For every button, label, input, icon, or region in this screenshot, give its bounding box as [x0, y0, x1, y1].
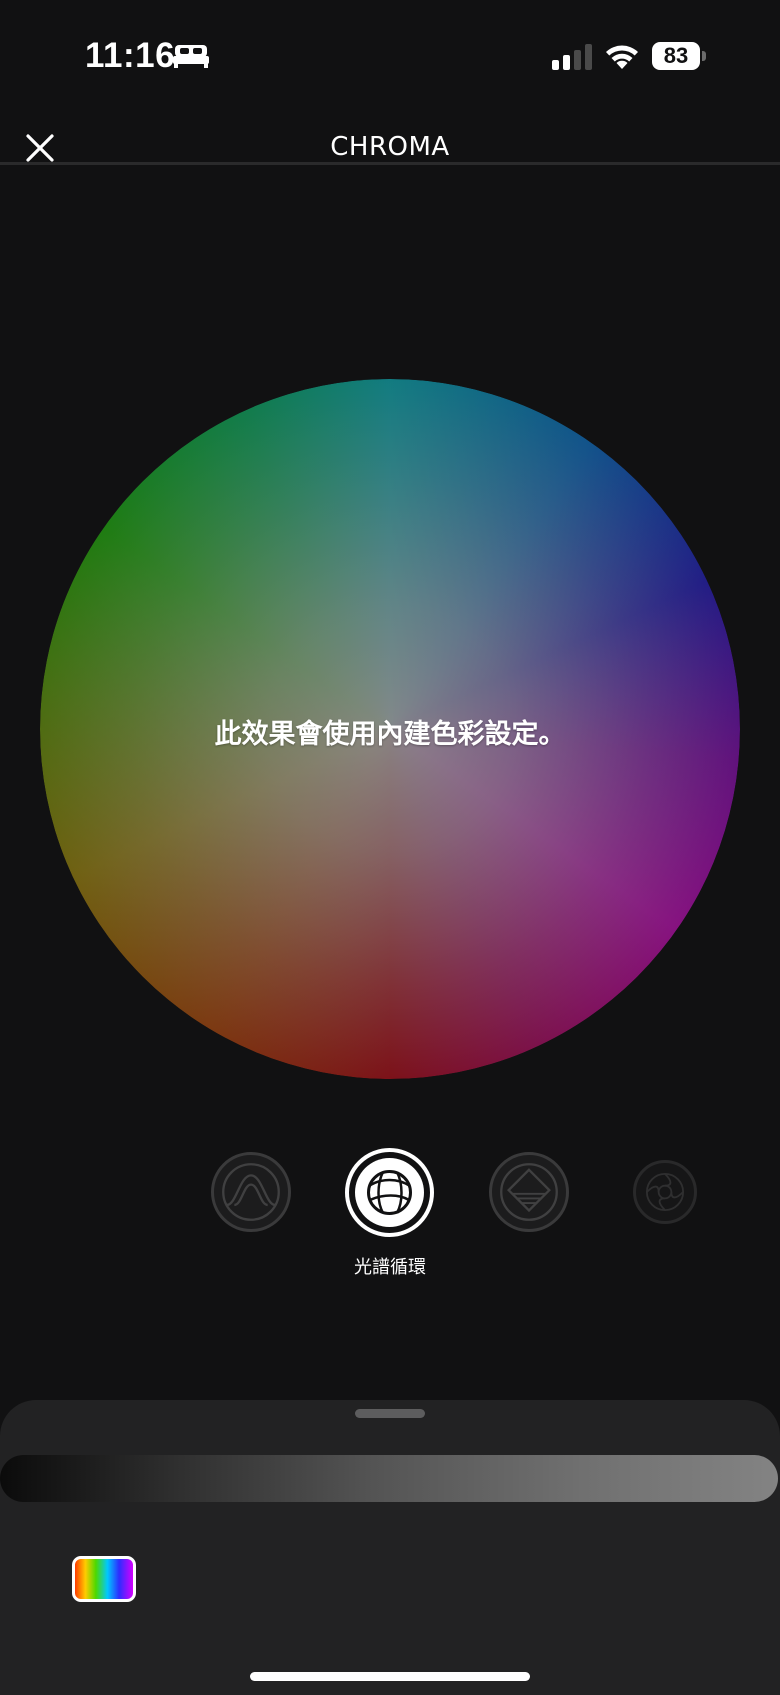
header-divider — [0, 162, 780, 165]
battery-cap — [702, 51, 706, 61]
static-effect-button[interactable] — [489, 1152, 569, 1232]
wave-effect-button[interactable] — [633, 1160, 697, 1224]
rainbow-palette-icon[interactable] — [72, 1556, 136, 1602]
status-time: 11:16 — [85, 36, 176, 75]
built-in-color-message: 此效果會使用內建色彩設定。 — [214, 719, 566, 750]
breathing-effect-icon — [222, 1163, 280, 1221]
battery-indicator: 83 — [652, 42, 706, 70]
brightness-gradient-slider[interactable] — [0, 1455, 778, 1502]
spectrum-selected-fill — [355, 1158, 424, 1227]
static-effect-icon — [500, 1163, 558, 1221]
breathing-effect-button[interactable] — [211, 1152, 291, 1232]
home-indicator — [250, 1672, 530, 1681]
bed-icon — [173, 45, 209, 68]
page-title: CHROMA — [330, 132, 450, 162]
wave-effect-icon — [645, 1172, 685, 1212]
sheet-drag-handle[interactable] — [355, 1409, 425, 1418]
spectrum-cycling-effect-button[interactable] — [345, 1148, 434, 1237]
wifi-icon — [606, 45, 638, 69]
selected-effect-label: 光譜循環 — [354, 1257, 426, 1278]
bottom-sheet — [0, 1400, 780, 1695]
status-bar: 11:16 83 — [0, 0, 780, 110]
battery-percent: 83 — [663, 43, 689, 68]
cellular-signal-icon — [552, 44, 592, 70]
header: CHROMA — [0, 110, 780, 164]
spectrum-cycling-effect-icon — [367, 1170, 412, 1215]
